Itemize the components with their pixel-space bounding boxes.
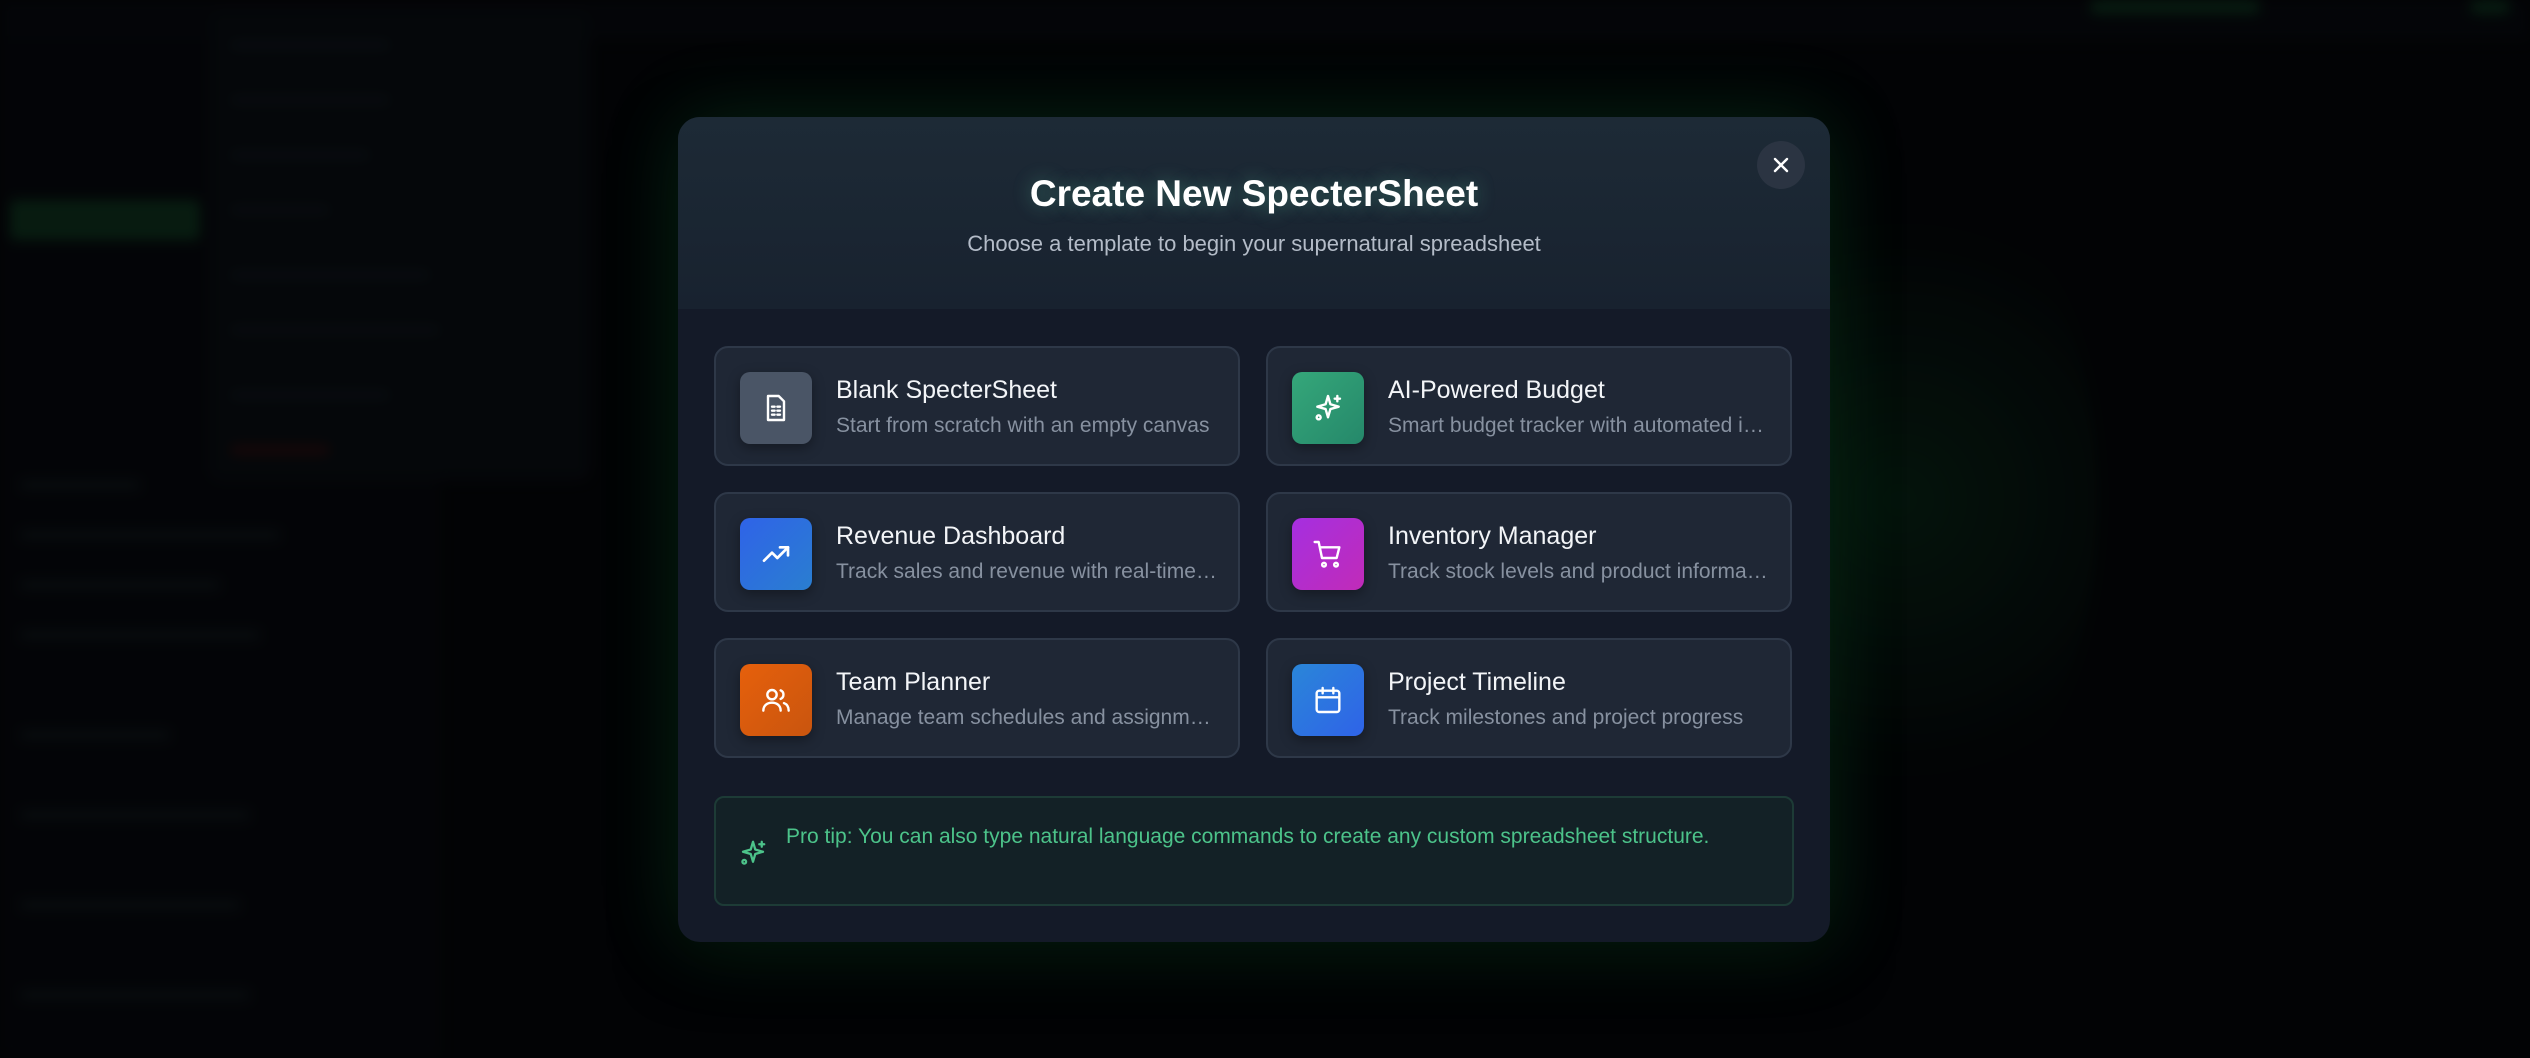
template-title: Revenue Dashboard [836, 522, 1066, 550]
users-icon [740, 664, 812, 736]
calendar-icon [1292, 664, 1364, 736]
template-card-project-timeline[interactable]: Project Timeline Track milestones and pr… [1266, 638, 1792, 758]
template-description: Track sales and revenue with real-time m… [836, 560, 1220, 583]
template-card-team-planner[interactable]: Team Planner Manage team schedules and a… [714, 638, 1240, 758]
create-sheet-modal: Create New SpecterSheet Choose a templat… [678, 117, 1830, 942]
template-description: Start from scratch with an empty canvas [836, 414, 1210, 437]
template-description: Manage team schedules and assignments [836, 706, 1220, 729]
sparkles-icon [741, 840, 766, 865]
template-title: Team Planner [836, 668, 991, 696]
template-description: Track milestones and project progress [1388, 706, 1744, 729]
pro-tip-box: Pro tip: You can also type natural langu… [714, 796, 1794, 906]
template-title: Blank SpecterSheet [836, 376, 1057, 404]
template-card-revenue[interactable]: Revenue Dashboard Track sales and revenu… [714, 492, 1240, 612]
modal-header: Create New SpecterSheet Choose a templat… [678, 117, 1830, 309]
pro-tip-label: Pro tip: [786, 825, 853, 848]
template-title: Project Timeline [1388, 668, 1566, 696]
template-title: AI-Powered Budget [1388, 376, 1605, 404]
template-card-inventory[interactable]: Inventory Manager Track stock levels and… [1266, 492, 1792, 612]
sparkles-icon [1292, 372, 1364, 444]
template-description: Smart budget tracker with automated insi… [1388, 414, 1772, 437]
template-description: Track stock levels and product informati… [1388, 560, 1772, 583]
close-button[interactable] [1757, 141, 1805, 189]
pro-tip-message: You can also type natural language comma… [852, 825, 1710, 848]
template-title: Inventory Manager [1388, 522, 1597, 550]
template-card-ai-budget[interactable]: AI-Powered Budget Smart budget tracker w… [1266, 346, 1792, 466]
pro-tip-text: Pro tip: You can also type natural langu… [786, 822, 1746, 852]
trending-up-icon [740, 518, 812, 590]
close-icon [1773, 157, 1789, 173]
modal-subtitle: Choose a template to begin your supernat… [967, 231, 1541, 256]
template-card-blank[interactable]: Blank SpecterSheet Start from scratch wi… [714, 346, 1240, 466]
cart-icon [1292, 518, 1364, 590]
modal-title: Create New SpecterSheet [1029, 173, 1479, 214]
document-icon [740, 372, 812, 444]
